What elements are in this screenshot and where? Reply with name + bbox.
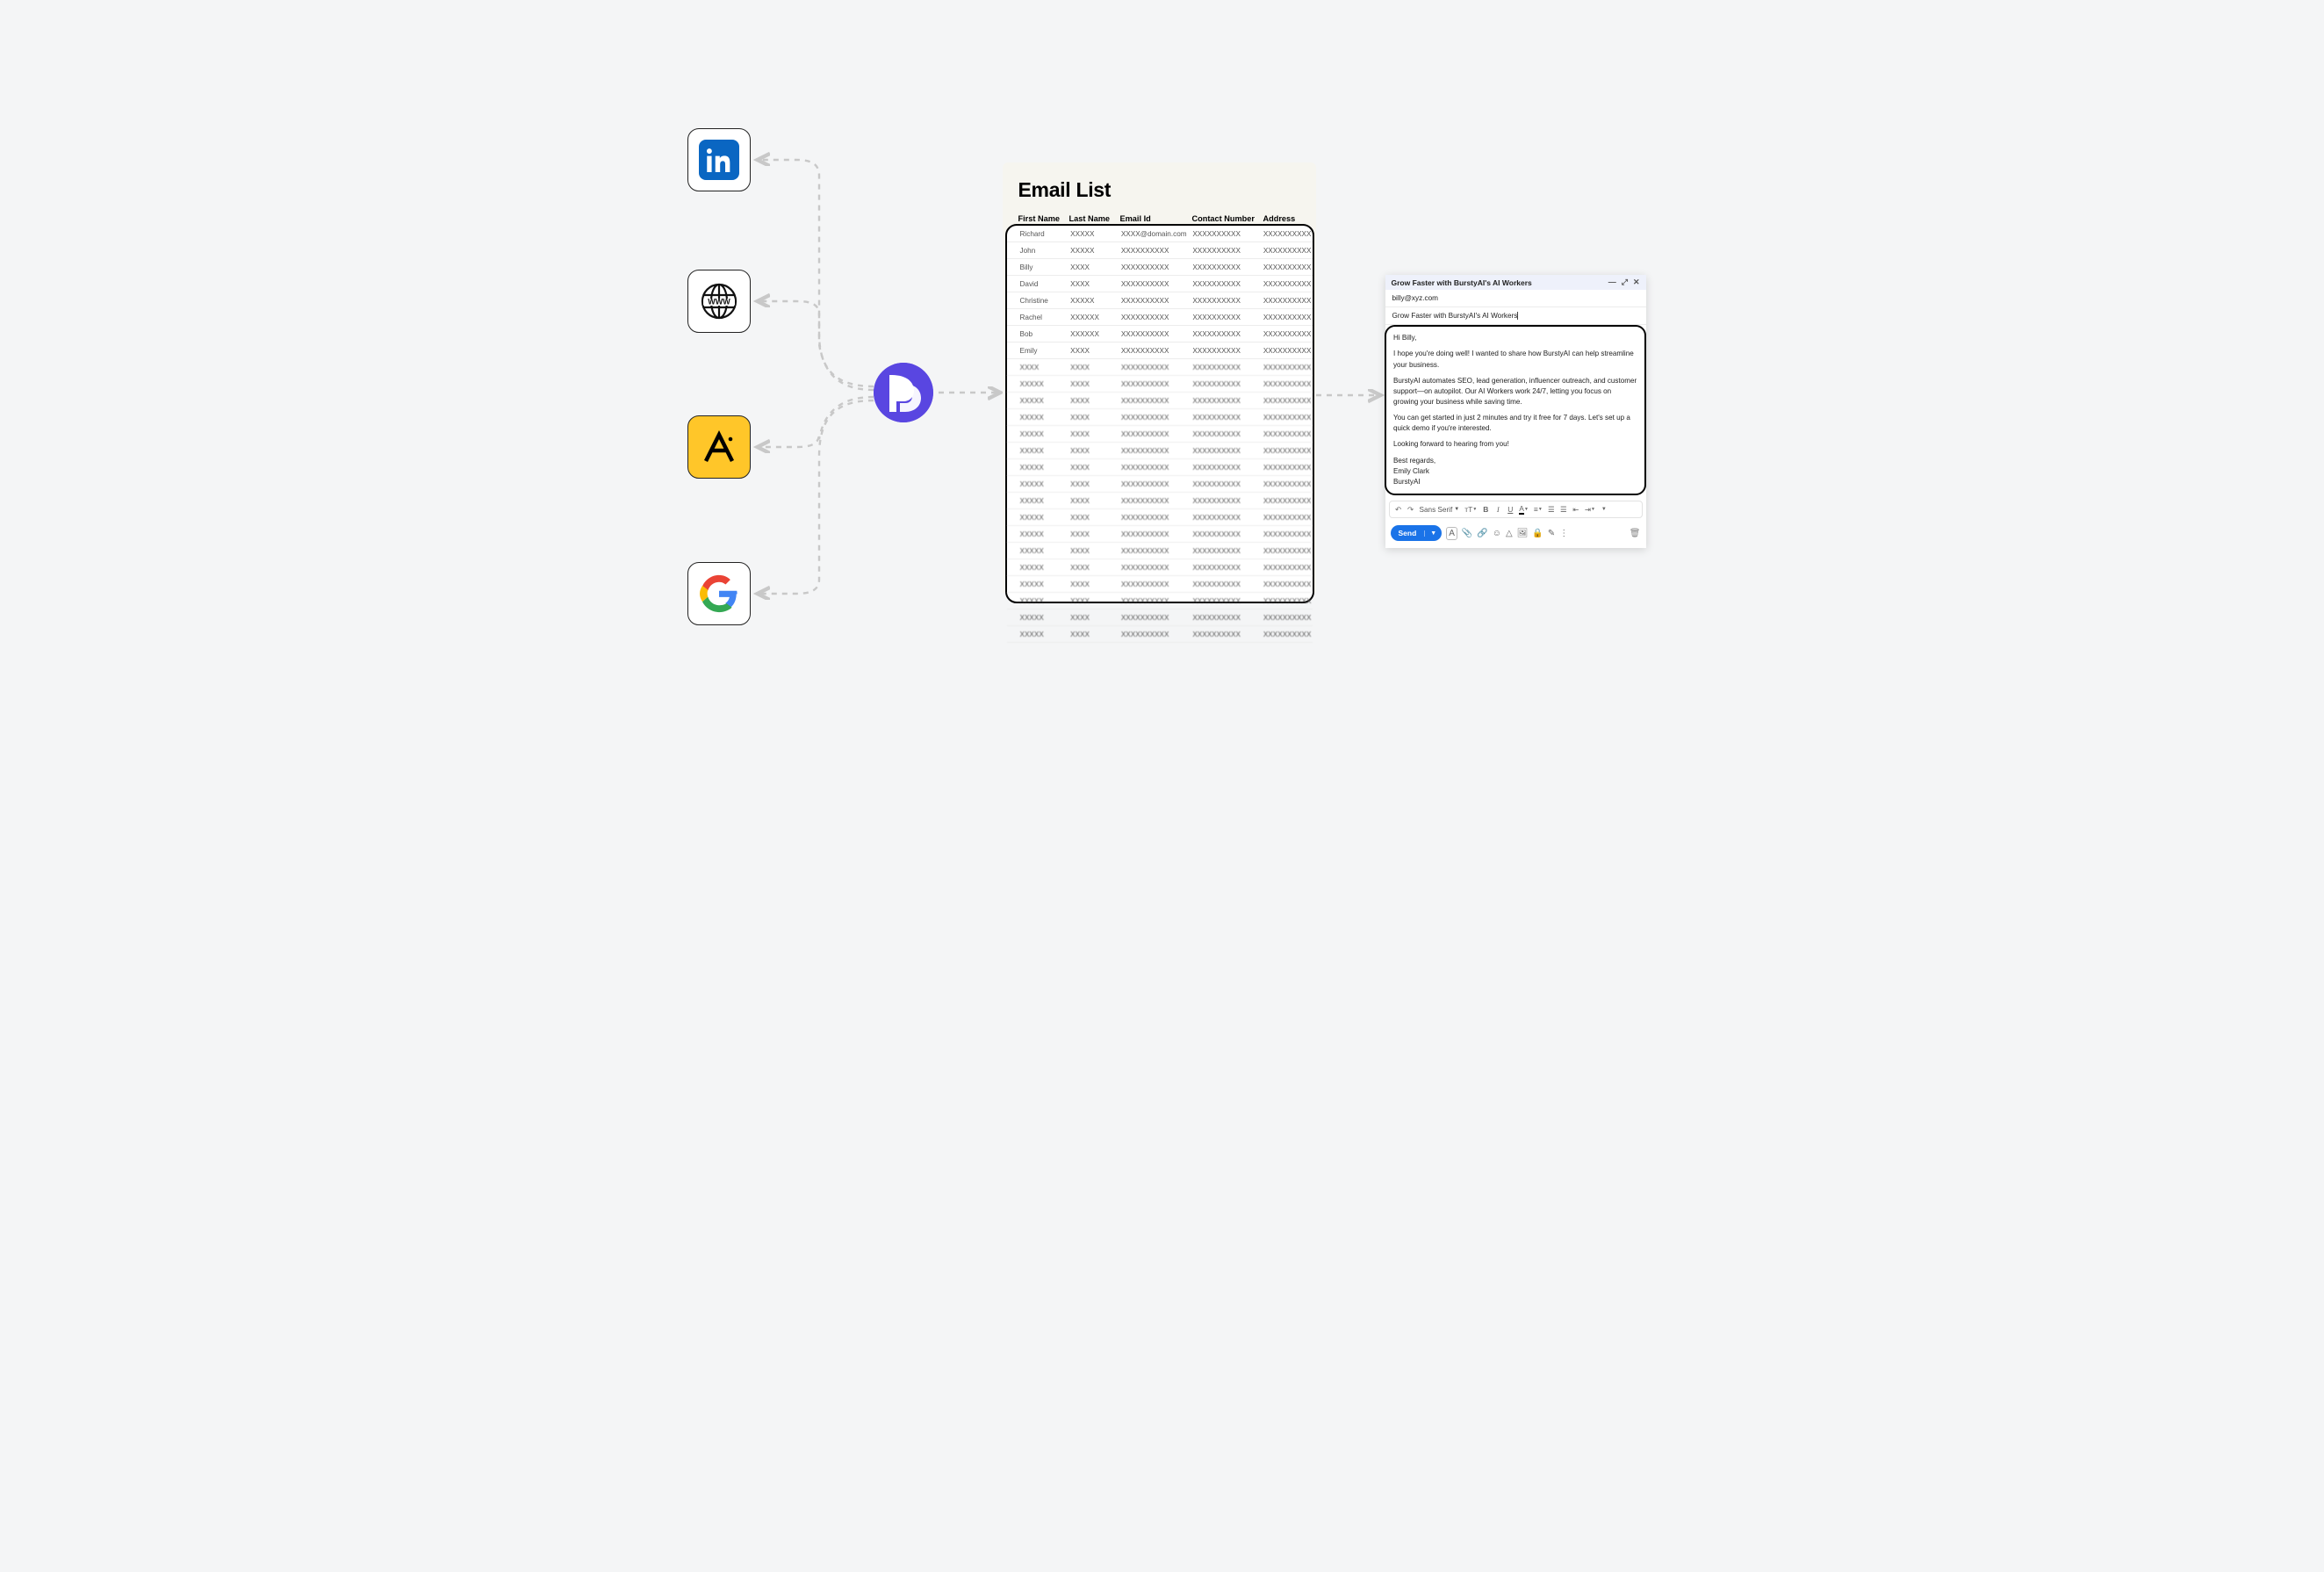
table-row: RachelXXXXXXXXXXXXXXXXXXXXXXXXXXXXXXXXXX… [1007, 309, 1313, 326]
col-first-name: First Name [1018, 214, 1069, 223]
table-row: XXXXXXXXXXXXXXXXXXXXXXXXXXXXXXXXXXXXXXX [1007, 526, 1313, 543]
table-row: XXXXXXXXXXXXXXXXXXXXXXXXXXXXXXXXXXXXXXX [1007, 609, 1313, 626]
compose-subject-field[interactable]: Grow Faster with BurstyAI's AI Workers [1385, 307, 1646, 325]
table-row: XXXXXXXXXXXXXXXXXXXXXXXXXXXXXXXXXXXXXXX [1007, 543, 1313, 559]
expand-icon[interactable]: ⤢ [1622, 278, 1628, 287]
table-row: XXXXXXXXXXXXXXXXXXXXXXXXXXXXXXXXXXXXXX [1007, 359, 1313, 376]
table-row: XXXXXXXXXXXXXXXXXXXXXXXXXXXXXXXXXXXXXXX [1007, 376, 1313, 393]
body-p3: You can get started in just 2 minutes an… [1393, 413, 1637, 434]
drive-icon[interactable]: △ [1506, 529, 1513, 538]
minimize-icon[interactable]: — [1608, 278, 1616, 287]
table-row: ChristineXXXXXXXXXXXXXXXXXXXXXXXXXXXXXXX… [1007, 292, 1313, 309]
arrow-hub-to-linkedin [759, 160, 874, 386]
email-list-table: RichardXXXXXXXXX@domain.comXXXXXXXXXXXXX… [1005, 224, 1314, 603]
table-row: XXXXXXXXXXXXXXXXXXXXXXXXXXXXXXXXXXXXXXX [1007, 509, 1313, 526]
body-p4: Looking forward to hearing from you! [1393, 439, 1637, 450]
table-row: XXXXXXXXXXXXXXXXXXXXXXXXXXXXXXXXXXXXXXX [1007, 576, 1313, 593]
col-address: Address [1263, 214, 1313, 223]
table-row: XXXXXXXXXXXXXXXXXXXXXXXXXXXXXXXXXXXXXXX [1007, 426, 1313, 443]
table-row: EmilyXXXXXXXXXXXXXXXXXXXXXXXXXXXXXXXXXX [1007, 343, 1313, 359]
italic-icon[interactable]: I [1494, 505, 1501, 514]
body-p1: I hope you're doing well! I wanted to sh… [1393, 349, 1637, 370]
send-button[interactable]: Send ▼ [1391, 525, 1443, 541]
arrow-hub-to-google [759, 400, 874, 594]
compose-window: Grow Faster with BurstyAI's AI Workers —… [1385, 275, 1646, 548]
table-row: XXXXXXXXXXXXXXXXXXXXXXXXXXXXXXXXXXXXXXX [1007, 493, 1313, 509]
table-row: XXXXXXXXXXXXXXXXXXXXXXXXXXXXXXXXXXXXXXX [1007, 443, 1313, 459]
more-format-icon[interactable]: ▼ [1601, 507, 1608, 512]
body-greeting: Hi Billy, [1393, 333, 1637, 343]
undo-icon[interactable]: ↶ [1395, 505, 1402, 515]
emoji-icon[interactable]: ☺ [1493, 529, 1501, 538]
table-row: BobXXXXXXXXXXXXXXXXXXXXXXXXXXXXXXXXXXXX [1007, 326, 1313, 343]
align-icon[interactable]: ≡▼ [1534, 505, 1543, 514]
discard-icon[interactable]: 🗑 [1630, 529, 1641, 538]
list-bullet-icon[interactable]: ☰ [1560, 505, 1567, 515]
col-contact-number: Contact Number [1192, 214, 1263, 223]
table-row: JohnXXXXXXXXXXXXXXXXXXXXXXXXXXXXXXXXXXX [1007, 242, 1313, 259]
compose-title: Grow Faster with BurstyAI's AI Workers [1392, 278, 1532, 287]
table-row: BillyXXXXXXXXXXXXXXXXXXXXXXXXXXXXXXXXXX [1007, 259, 1313, 276]
signature-icon[interactable]: ✎ [1548, 529, 1555, 538]
text-color-icon[interactable]: A▼ [1519, 504, 1529, 515]
send-caret-icon[interactable]: ▼ [1424, 530, 1442, 537]
table-row: XXXXXXXXXXXXXXXXXXXXXXXXXXXXXXXXXXXXXXX [1007, 393, 1313, 409]
underline-icon[interactable]: U [1507, 505, 1514, 514]
table-row: XXXXXXXXXXXXXXXXXXXXXXXXXXXXXXXXXXXXXXX [1007, 459, 1313, 476]
table-row: XXXXXXXXXXXXXXXXXXXXXXXXXXXXXXXXXXXXXXX [1007, 409, 1313, 426]
font-size-icon[interactable]: тT▼ [1464, 505, 1477, 514]
confidential-icon[interactable]: 🔒 [1532, 529, 1543, 538]
email-list-title: Email List [1018, 178, 1316, 202]
arrow-hub-to-www [759, 301, 874, 390]
more-options-icon[interactable]: ⋮ [1559, 529, 1568, 538]
col-email-id: Email Id [1120, 214, 1192, 223]
table-row: RichardXXXXXXXXX@domain.comXXXXXXXXXXXXX… [1007, 226, 1313, 242]
table-row: XXXXXXXXXXXXXXXXXXXXXXXXXXXXXXXXXXXXXXX [1007, 626, 1313, 643]
send-toolbar: Send ▼ A 📎 🔗 ☺ △ 🖼 🔒 ✎ ⋮ 🗑 [1385, 522, 1646, 548]
body-company: BurstyAI [1393, 477, 1637, 487]
indent-less-icon[interactable]: ⇤ [1572, 505, 1579, 515]
col-last-name: Last Name [1069, 214, 1120, 223]
body-name: Emily Clark [1393, 466, 1637, 477]
arrow-hub-to-ai [759, 397, 874, 447]
table-row: XXXXXXXXXXXXXXXXXXXXXXXXXXXXXXXXXXXXXXX [1007, 476, 1313, 493]
bold-icon[interactable]: B [1482, 505, 1489, 514]
table-row: XXXXXXXXXXXXXXXXXXXXXXXXXXXXXXXXXXXXXXX [1007, 559, 1313, 576]
format-toolbar: ↶ ↷ Sans Serif ▼ тT▼ B I U A▼ ≡▼ ☰ ☰ ⇤ ⇥… [1389, 501, 1643, 518]
close-icon[interactable]: ✕ [1633, 278, 1640, 287]
attach-icon[interactable]: 📎 [1462, 529, 1472, 538]
body-p2: BurstyAI automates SEO, lead generation,… [1393, 376, 1637, 407]
compose-body[interactable]: Hi Billy, I hope you're doing well! I wa… [1385, 325, 1646, 495]
image-insert-icon[interactable]: 🖼 [1517, 529, 1529, 538]
compose-to-field[interactable]: billy@xyz.com [1385, 290, 1646, 307]
redo-icon[interactable]: ↷ [1407, 505, 1414, 515]
table-row: DavidXXXXXXXXXXXXXXXXXXXXXXXXXXXXXXXXXX [1007, 276, 1313, 292]
list-numbered-icon[interactable]: ☰ [1548, 505, 1555, 515]
body-signoff: Best regards, [1393, 456, 1637, 466]
table-row: XXXXXXXXXXXXXXXXXXXXXXXXXXXXXXXXXXXXXXX [1007, 593, 1313, 609]
link-icon[interactable]: 🔗 [1477, 529, 1487, 538]
compose-header: Grow Faster with BurstyAI's AI Workers —… [1385, 275, 1646, 290]
indent-more-icon[interactable]: ⇥▼ [1585, 505, 1595, 515]
font-select[interactable]: Sans Serif ▼ [1420, 506, 1460, 514]
text-format-toggle-icon[interactable]: A [1446, 527, 1457, 540]
